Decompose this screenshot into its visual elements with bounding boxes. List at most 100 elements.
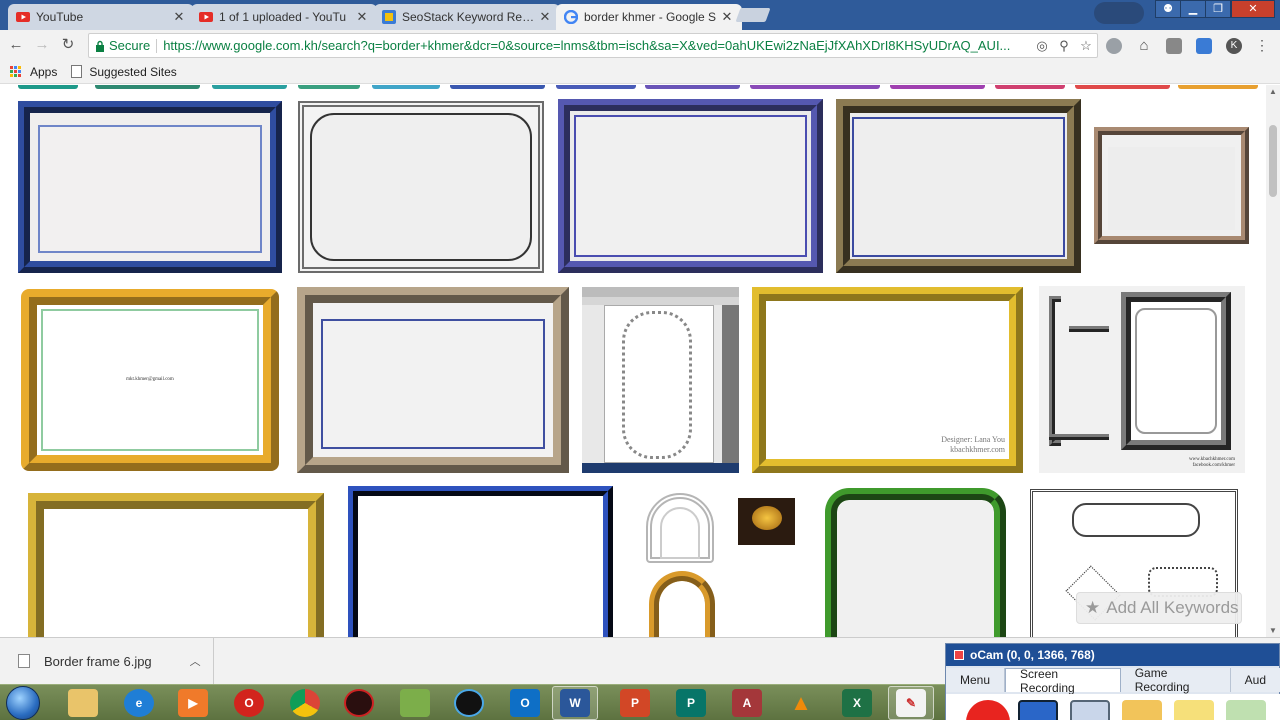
related-chip[interactable] (450, 85, 545, 89)
related-chip[interactable] (645, 85, 740, 89)
codec-icon[interactable] (1174, 700, 1214, 720)
image-thumb-tan-frame-blue-line[interactable] (297, 287, 569, 473)
media-player-icon[interactable]: ▶ (178, 689, 208, 717)
close-window-icon[interactable]: ✕ (1231, 0, 1275, 18)
zoom-icon[interactable]: ⚲ (1053, 38, 1075, 54)
browser-tab-strip: YouTube ✕ 1 of 1 uploaded - YouTu ✕ SeoS… (0, 0, 1280, 30)
related-chip[interactable] (750, 85, 880, 89)
new-tab-button[interactable] (735, 8, 771, 22)
tab-audio[interactable]: Aud (1230, 668, 1280, 692)
related-chip[interactable] (95, 85, 200, 89)
image-thumb-gold-pattern-frame[interactable] (28, 493, 324, 637)
minimize-icon[interactable]: ▁ (1180, 0, 1206, 18)
related-chip[interactable] (298, 85, 360, 89)
tab-seostack[interactable]: SeoStack Keyword Resea ✕ (374, 4, 560, 30)
tab-youtube-upload[interactable]: 1 of 1 uploaded - YouTu ✕ (191, 4, 377, 30)
close-tab-icon[interactable]: ✕ (538, 9, 552, 25)
bookmark-suggested-sites[interactable]: Suggested Sites (71, 65, 177, 79)
cast-icon[interactable] (1166, 38, 1182, 54)
image-thumb-gold-frame-email[interactable]: mkt.khmer@gmail.com (21, 289, 279, 471)
image-thumb-grey-ornaments-sheet[interactable]: www.kbachkhmer.com facebook.com/khmer (1039, 286, 1245, 473)
close-tab-icon[interactable]: ✕ (355, 9, 369, 25)
related-chip[interactable] (212, 85, 287, 89)
powerpoint-icon[interactable]: P (620, 689, 650, 717)
ocam-titlebar[interactable]: oCam (0, 0, 1366, 768) (946, 644, 1279, 666)
publisher-icon[interactable]: P (676, 689, 706, 717)
related-chip[interactable] (556, 85, 636, 89)
address-bar[interactable]: Secure https://www.google.com.kh/search?… (88, 33, 1098, 58)
image-thumb-illustrator-screenshot[interactable] (582, 287, 739, 473)
photo-app-icon[interactable] (454, 689, 484, 717)
add-all-keywords-button[interactable]: ★ Add All Keywords (1076, 592, 1242, 624)
more-menu-icon[interactable]: ⋮ (1254, 38, 1270, 54)
internet-explorer-icon[interactable]: e (124, 689, 154, 717)
url-text[interactable]: https://www.google.com.kh/search?q=borde… (163, 38, 1031, 53)
tab-youtube[interactable]: YouTube ✕ (8, 4, 194, 30)
opera-icon[interactable]: O (234, 689, 264, 717)
tab-game-recording[interactable]: Game Recording (1120, 666, 1231, 694)
related-chip[interactable] (1075, 85, 1170, 89)
image-thumb-blue-ornate-frame[interactable] (18, 101, 282, 273)
game-app-icon[interactable] (344, 689, 374, 717)
image-thumb-green-leaf-frame[interactable] (825, 488, 1006, 637)
download-item[interactable]: Border frame 6.jpg ︿ (0, 638, 214, 684)
reload-icon[interactable]: ↻ (58, 36, 78, 54)
bookmark-apps[interactable]: Apps (10, 65, 57, 79)
screen-capture-icon[interactable] (1018, 700, 1058, 720)
related-chip[interactable] (1178, 85, 1258, 89)
vlc-icon[interactable]: ▲ (786, 689, 816, 717)
home-icon[interactable]: ⌂ (1136, 38, 1152, 54)
access-icon[interactable]: A (732, 689, 762, 717)
bookmark-label: Apps (30, 64, 58, 79)
open-folder-icon[interactable] (1122, 700, 1162, 720)
ocam-tab-bar: Menu Screen Recording Game Recording Aud (946, 666, 1280, 695)
word-icon[interactable]: W (560, 689, 590, 717)
minecraft-icon[interactable] (400, 689, 430, 717)
image-thumb-dark-blue-frame[interactable] (348, 486, 613, 637)
tab-screen-recording[interactable]: Screen Recording (1005, 667, 1121, 695)
user-icon[interactable]: ⚉ (1155, 0, 1181, 18)
chrome-icon[interactable] (290, 689, 320, 717)
seostack-icon (382, 10, 396, 24)
close-tab-icon[interactable]: ✕ (172, 9, 186, 25)
bookmark-star-icon[interactable]: ☆ (1075, 38, 1097, 54)
scroll-down-arrow-icon[interactable]: ▼ (1269, 626, 1277, 635)
explorer-icon[interactable] (68, 689, 98, 717)
image-thumb-olive-ornate-frame[interactable] (836, 99, 1081, 273)
extension-icon[interactable] (1106, 38, 1122, 54)
scroll-up-arrow-icon[interactable]: ▲ (1269, 87, 1277, 96)
image-thumb-dark-gold-logo[interactable] (738, 498, 795, 545)
resize-icon[interactable] (1070, 700, 1110, 720)
forward-arrow-icon[interactable]: → (32, 36, 52, 54)
back-arrow-icon[interactable]: ← (6, 36, 26, 54)
image-thumb-gold-frame-designer[interactable]: Designer: Lana You kbachkhmer.com (752, 287, 1023, 473)
image-thumb-grey-corner-frame[interactable] (298, 101, 544, 273)
scrollbar-thumb[interactable] (1269, 125, 1277, 197)
page-scrollbar[interactable]: ▲ ▼ (1266, 85, 1280, 637)
tab-menu[interactable]: Menu (946, 668, 1006, 692)
image-thumb-gold-arch[interactable] (645, 571, 720, 637)
related-chip[interactable] (890, 85, 985, 89)
seostack-extension-icon[interactable] (1196, 38, 1212, 54)
maximize-icon[interactable]: ❐ (1205, 0, 1231, 18)
image-thumb-brown-small-frame[interactable] (1094, 127, 1249, 244)
related-chip[interactable] (18, 85, 78, 89)
chevron-up-icon[interactable]: ︿ (190, 653, 201, 669)
account-avatar-icon[interactable]: K (1226, 38, 1242, 54)
tab-google-images[interactable]: border khmer - Google S ✕ (556, 4, 742, 30)
paint-icon[interactable]: ✎ (896, 689, 926, 717)
sound-icon[interactable] (1226, 700, 1266, 720)
image-thumb-arch-outline[interactable] (640, 491, 720, 569)
start-button-icon[interactable] (6, 686, 40, 720)
image-thumb-purple-ornate-frame[interactable] (558, 99, 823, 273)
secure-label: Secure (109, 38, 151, 53)
outlook-icon[interactable]: O (510, 689, 540, 717)
location-icon[interactable]: ◎ (1031, 38, 1053, 54)
google-icon (564, 10, 578, 24)
excel-icon[interactable]: X (842, 689, 872, 717)
record-icon[interactable] (966, 700, 1010, 720)
close-tab-icon[interactable]: ✕ (720, 9, 734, 25)
related-chip[interactable] (372, 85, 440, 89)
profile-avatar[interactable] (1094, 2, 1144, 24)
related-chip[interactable] (995, 85, 1065, 89)
